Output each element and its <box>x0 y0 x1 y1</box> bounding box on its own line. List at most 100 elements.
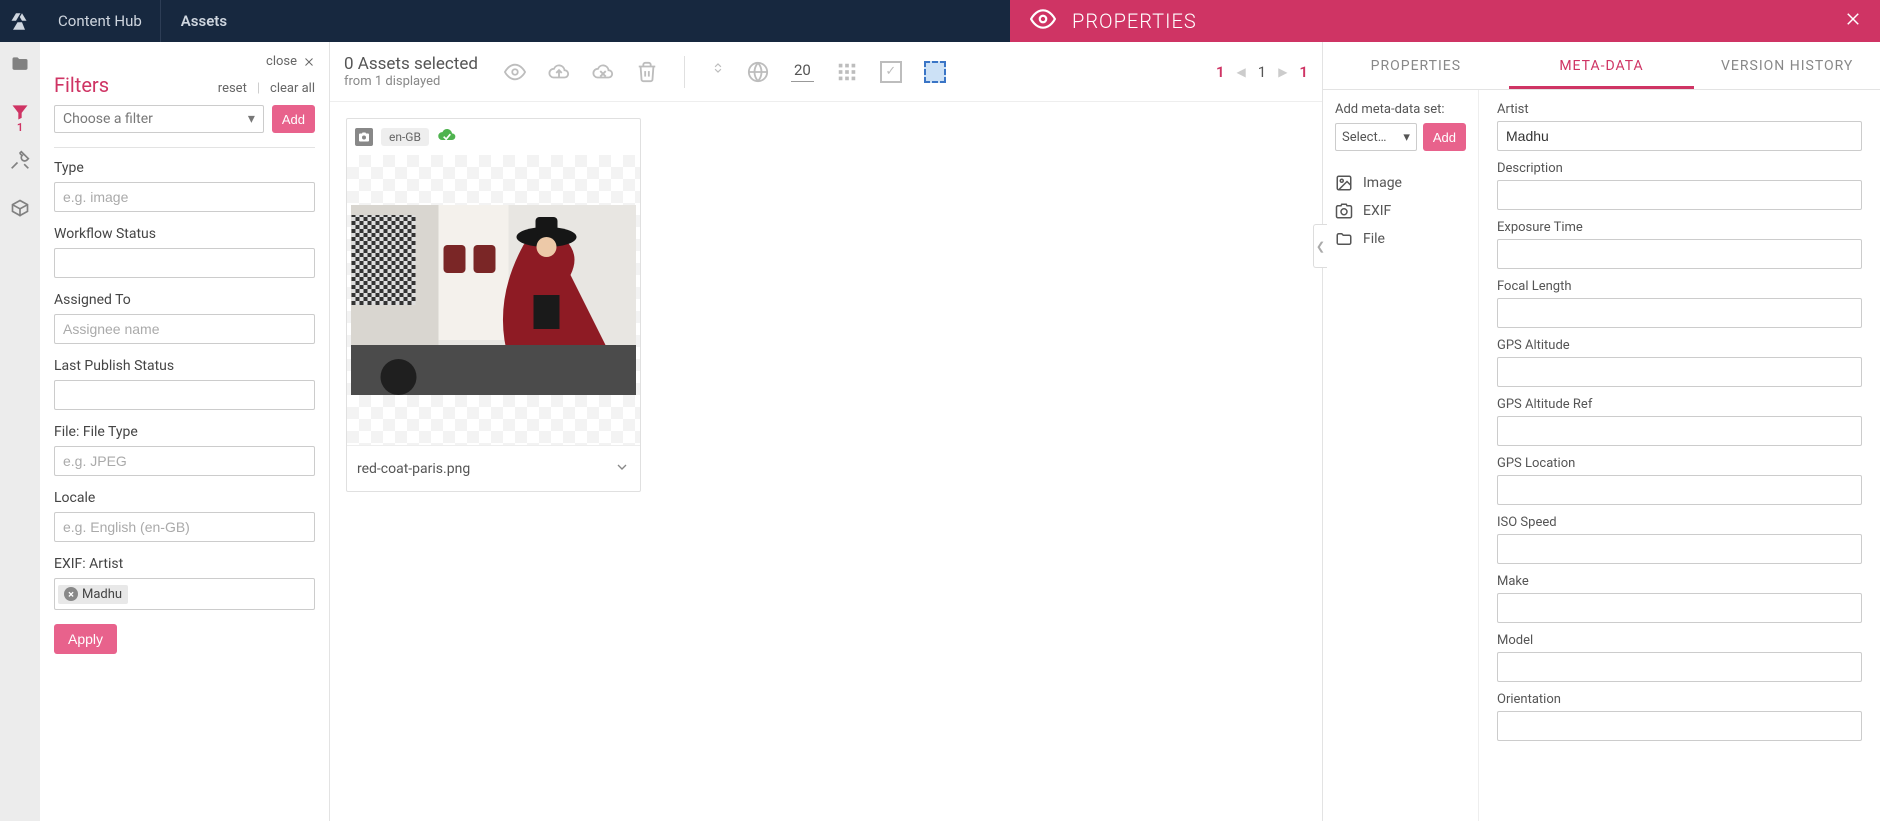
asset-filename: red-coat-paris.png <box>357 461 470 477</box>
properties-tabs: PROPERTIES META-DATA VERSION HISTORY <box>1323 42 1880 90</box>
filters-panel: close Filters reset | clear all Choose a… <box>40 42 330 821</box>
select-all-icon[interactable]: ✓ <box>880 61 902 83</box>
category-label: Image <box>1363 175 1402 191</box>
filter-label-workflow-status: Workflow Status <box>54 226 315 242</box>
add-filter-button[interactable]: Add <box>272 105 315 133</box>
globe-icon[interactable] <box>747 61 769 83</box>
filter-input-file-type[interactable] <box>54 446 315 476</box>
display-count: from 1 displayed <box>344 74 478 89</box>
category-image[interactable]: Image <box>1335 169 1466 197</box>
category-file[interactable]: File <box>1335 225 1466 253</box>
apply-filters-button[interactable]: Apply <box>54 624 117 654</box>
rail-folder-icon[interactable] <box>10 54 30 74</box>
field-label-focal-length: Focal Length <box>1497 279 1862 294</box>
tab-properties[interactable]: PROPERTIES <box>1323 42 1509 89</box>
pager: 1 ◀ 1 ▶ 1 <box>1216 63 1308 81</box>
field-input-iso-speed[interactable] <box>1497 534 1862 564</box>
page-size-selector[interactable]: 20 <box>791 61 814 82</box>
filters-reset-link[interactable]: reset <box>218 81 247 96</box>
filter-picker[interactable]: Choose a filter ▾ <box>54 105 264 133</box>
filter-tag-chip: × Madhu <box>58 585 128 604</box>
asset-toolbar: 0 Assets selected from 1 displayed <box>330 42 1322 102</box>
filters-close[interactable]: close <box>54 54 315 69</box>
rail-filter-icon[interactable]: 1 <box>10 102 30 122</box>
field-input-focal-length[interactable] <box>1497 298 1862 328</box>
filter-label-file-type: File: File Type <box>54 424 315 440</box>
filter-input-type[interactable] <box>54 182 315 212</box>
field-input-make[interactable] <box>1497 593 1862 623</box>
filter-tag-label: Madhu <box>82 587 122 602</box>
category-label: EXIF <box>1363 203 1391 219</box>
upload-cloud-icon[interactable] <box>548 61 570 83</box>
properties-panel: ❮ PROPERTIES META-DATA VERSION HISTORY A… <box>1322 42 1880 821</box>
asset-card[interactable]: en-GB <box>346 118 641 492</box>
rail-filter-badge: 1 <box>17 121 23 134</box>
add-metadata-set-label: Add meta-data set: <box>1335 102 1466 117</box>
filters-title: Filters <box>54 73 109 97</box>
asset-area: 0 Assets selected from 1 displayed <box>330 42 1322 821</box>
pager-next-icon[interactable]: ▶ <box>1278 65 1287 79</box>
field-label-artist: Artist <box>1497 102 1862 117</box>
close-icon[interactable] <box>1844 10 1862 32</box>
rail-nav: 1 <box>0 42 40 821</box>
field-label-iso-speed: ISO Speed <box>1497 515 1862 530</box>
filter-label-exif-artist: EXIF: Artist <box>54 556 315 572</box>
field-label-gps-location: GPS Location <box>1497 456 1862 471</box>
preview-icon[interactable] <box>504 61 526 83</box>
properties-header-bar: PROPERTIES <box>1010 0 1880 42</box>
field-input-gps-altitude[interactable] <box>1497 357 1862 387</box>
category-label: File <box>1363 231 1385 247</box>
eye-icon <box>1030 6 1056 36</box>
filter-label-locale: Locale <box>54 490 315 506</box>
remove-cloud-icon[interactable] <box>592 61 614 83</box>
category-exif[interactable]: EXIF <box>1335 197 1466 225</box>
locale-chip: en-GB <box>381 128 429 146</box>
chevron-down-icon[interactable] <box>614 459 630 479</box>
folder-icon <box>1335 230 1353 248</box>
app-logo <box>0 0 40 42</box>
field-label-description: Description <box>1497 161 1862 176</box>
grid-view-icon[interactable] <box>836 61 858 83</box>
filter-input-exif-artist[interactable]: × Madhu <box>54 578 315 610</box>
filter-input-workflow-status[interactable] <box>54 248 315 278</box>
collapse-handle[interactable]: ❮ <box>1313 224 1327 268</box>
filters-clear-all-link[interactable]: clear all <box>270 81 315 96</box>
field-input-exposure-time[interactable] <box>1497 239 1862 269</box>
filter-label-assigned-to: Assigned To <box>54 292 315 308</box>
caret-down-icon: ▾ <box>1403 130 1410 145</box>
add-metadata-set-button[interactable]: Add <box>1423 123 1466 151</box>
cloud-ok-icon <box>437 125 457 149</box>
field-label-exposure-time: Exposure Time <box>1497 220 1862 235</box>
field-input-gps-location[interactable] <box>1497 475 1862 505</box>
select-none-icon[interactable] <box>924 61 946 83</box>
sort-icon[interactable] <box>711 61 725 83</box>
pager-prev-icon[interactable]: ◀ <box>1237 65 1246 79</box>
field-input-model[interactable] <box>1497 652 1862 682</box>
field-input-gps-altitude-ref[interactable] <box>1497 416 1862 446</box>
metadata-fields: Artist Description Exposure Time Focal L… <box>1479 90 1880 821</box>
field-label-make: Make <box>1497 574 1862 589</box>
camera-icon <box>355 128 373 146</box>
caret-down-icon: ▾ <box>248 111 255 127</box>
remove-tag-icon[interactable]: × <box>64 587 78 601</box>
field-input-artist[interactable] <box>1497 121 1862 151</box>
pager-current: 1 <box>1258 63 1266 81</box>
filter-label-type: Type <box>54 160 315 176</box>
metadata-set-select[interactable]: Select… ▾ <box>1335 123 1417 151</box>
filter-input-locale[interactable] <box>54 512 315 542</box>
pager-last[interactable]: 1 <box>1299 63 1308 81</box>
image-icon <box>1335 174 1353 192</box>
field-input-orientation[interactable] <box>1497 711 1862 741</box>
filter-input-last-publish-status[interactable] <box>54 380 315 410</box>
rail-tools-icon[interactable] <box>10 150 30 170</box>
filter-picker-label: Choose a filter <box>63 111 153 127</box>
metadata-set-select-label: Select… <box>1342 130 1386 145</box>
filter-input-assigned-to[interactable] <box>54 314 315 344</box>
field-label-gps-altitude-ref: GPS Altitude Ref <box>1497 397 1862 412</box>
rail-box-icon[interactable] <box>10 198 30 218</box>
trash-icon[interactable] <box>636 61 658 83</box>
tab-version-history[interactable]: VERSION HISTORY <box>1694 42 1880 89</box>
pager-first[interactable]: 1 <box>1216 63 1225 81</box>
field-input-description[interactable] <box>1497 180 1862 210</box>
tab-metadata[interactable]: META-DATA <box>1509 42 1695 89</box>
